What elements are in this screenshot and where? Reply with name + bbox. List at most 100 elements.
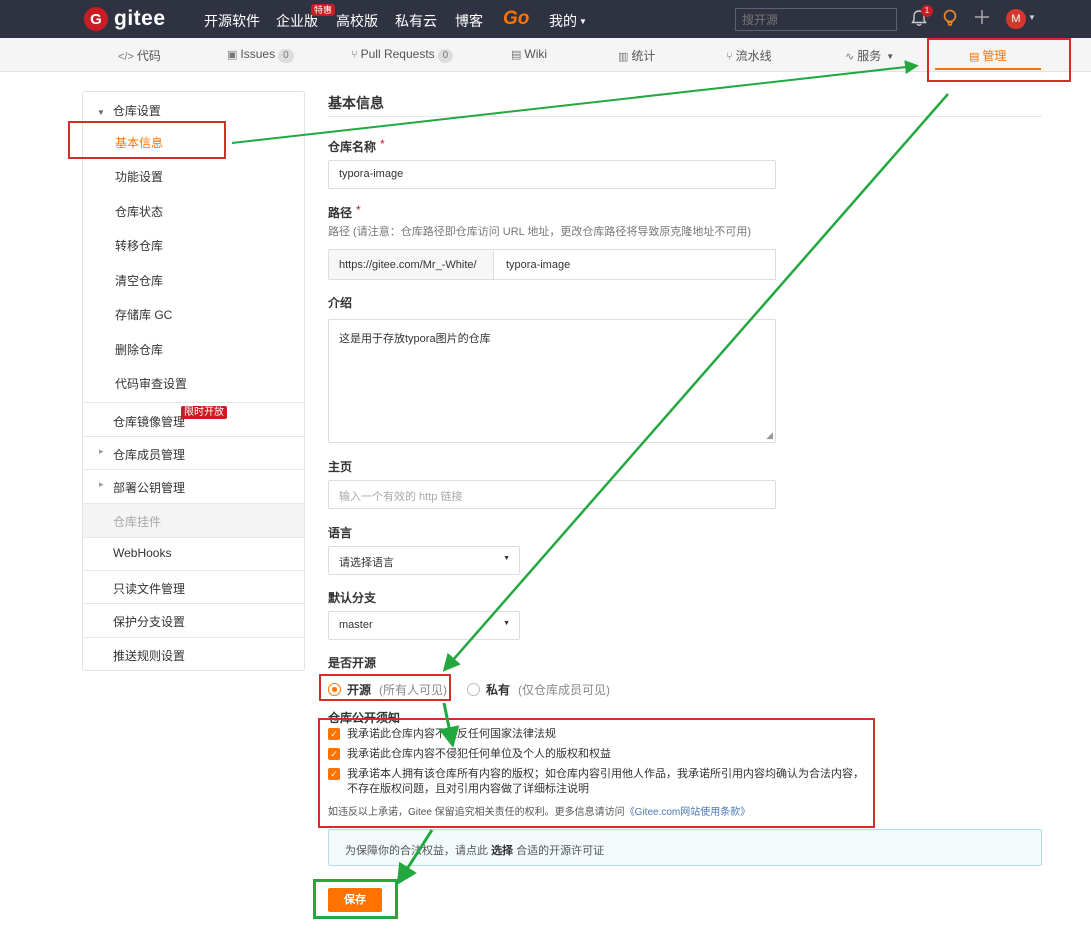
- annotation-box-basic-info: [68, 121, 226, 159]
- sidebar-item-repo-status[interactable]: 仓库状态: [115, 203, 163, 220]
- sidebar-item-members[interactable]: ▸ 仓库成员管理: [99, 446, 186, 463]
- tab-pipeline-label: 流水线: [735, 49, 772, 63]
- wiki-icon: ▤: [511, 49, 522, 61]
- intro-textarea[interactable]: 这是用于存放typora图片的仓库 ◢: [328, 319, 776, 443]
- top-navbar: G gitee 开源软件 企业版 特惠 高校版 私有云 博客 Go 我的▼ 1 …: [0, 0, 1091, 38]
- sidebar-item-push-rules[interactable]: 推送规则设置: [113, 647, 185, 664]
- radio-private-control[interactable]: [467, 683, 480, 696]
- default-branch-label: 默认分支: [328, 591, 377, 605]
- gitee-logo[interactable]: G gitee: [84, 7, 166, 31]
- code-icon: </>: [118, 51, 134, 63]
- avatar[interactable]: M: [1006, 9, 1026, 29]
- nav-mine-label: 我的: [549, 13, 577, 29]
- nav-blog[interactable]: 博客: [455, 11, 483, 31]
- sidebar-item-transfer[interactable]: 转移仓库: [115, 237, 163, 254]
- sidebar-item-webhooks[interactable]: WebHooks: [113, 546, 171, 560]
- path-label-text: 路径: [328, 206, 353, 220]
- sidebar-item-features[interactable]: 功能设置: [115, 168, 163, 185]
- radio-private-label: 私有: [486, 683, 511, 697]
- annotation-box-manage-tab: [927, 38, 1071, 82]
- path-input[interactable]: typora-image: [493, 249, 776, 280]
- sidebar-item-delete[interactable]: 删除仓库: [115, 341, 163, 358]
- license-notice-pre: 为保障你的合法权益，请点此: [345, 845, 488, 857]
- caret-down-icon: ▼: [503, 555, 510, 562]
- tab-stats-label: 统计: [631, 49, 656, 63]
- path-prefix: https://gitee.com/Mr_-White/: [328, 249, 494, 280]
- sidebar-item-deploy-keys[interactable]: ▸ 部署公钥管理: [99, 479, 186, 496]
- sidebar-item-widget: 仓库挂件: [113, 515, 162, 529]
- tab-pipeline[interactable]: ⑂ 流水线: [726, 47, 772, 64]
- nav-private-cloud[interactable]: 私有云: [395, 11, 437, 31]
- chevron-down-icon[interactable]: ▼: [1028, 13, 1036, 22]
- language-select[interactable]: 请选择语言 ▼: [328, 546, 520, 575]
- sidebar-item-gc[interactable]: 存储库 GC: [115, 306, 172, 323]
- caret-right-icon: ▸: [99, 446, 104, 456]
- tab-pull-requests[interactable]: ⑂ Pull Requests 0: [351, 47, 454, 63]
- required-mark: *: [356, 203, 361, 217]
- tab-issues[interactable]: ▣ Issues 0: [227, 47, 294, 63]
- nav-opensource[interactable]: 开源软件: [204, 11, 260, 31]
- tab-pull-requests-label: Pull Requests: [360, 47, 435, 61]
- default-branch-select[interactable]: master ▼: [328, 611, 520, 640]
- chevron-down-icon: ▼: [886, 52, 895, 61]
- license-notice-post: 合适的开源许可证: [516, 845, 605, 857]
- sidebar-item-readonly-files[interactable]: 只读文件管理: [113, 580, 185, 597]
- sidebar-item-code-review[interactable]: 代码审查设置: [115, 375, 187, 392]
- pipeline-icon: ⑂: [726, 51, 733, 63]
- page-title: 基本信息: [328, 95, 384, 111]
- tab-services[interactable]: ∿ 服务 ▼: [845, 47, 894, 64]
- sidebar-item-clear[interactable]: 清空仓库: [115, 272, 163, 289]
- repo-name-label: 仓库名称 *: [328, 137, 385, 155]
- default-branch-value: master: [339, 619, 373, 631]
- homepage-input[interactable]: 输入一个有效的 http 链接: [328, 480, 776, 509]
- notification-count: 1: [921, 5, 933, 17]
- bar-chart-icon: ▥: [618, 51, 629, 63]
- tab-code[interactable]: </> 代码: [118, 47, 161, 64]
- nav-mine[interactable]: 我的 ▼: [549, 11, 587, 31]
- limited-time-badge: 限时开放: [181, 406, 227, 419]
- sidebar-item-deploy-keys-label: 部署公钥管理: [113, 481, 186, 495]
- radio-private-note: (仅仓库成员可见): [518, 683, 611, 697]
- required-mark: *: [380, 137, 385, 151]
- sidebar-item-branch-protection[interactable]: 保护分支设置: [113, 613, 185, 630]
- divider: [83, 603, 304, 604]
- caret-right-icon: ▸: [99, 479, 104, 489]
- sidebar-item-mirror[interactable]: 仓库镜像管理: [113, 413, 185, 430]
- sidebar-item-members-label: 仓库成员管理: [113, 448, 186, 462]
- sidebar-section-label: 仓库设置: [112, 104, 161, 118]
- hot-badge: 特惠: [311, 4, 336, 16]
- radio-private[interactable]: 私有 (仅仓库成员可见): [467, 681, 610, 698]
- divider: [83, 537, 304, 538]
- language-label: 语言: [328, 526, 353, 540]
- plus-icon[interactable]: [974, 9, 990, 30]
- issue-icon: ▣: [227, 49, 238, 61]
- pulse-icon: ∿: [845, 51, 855, 63]
- resize-handle-icon[interactable]: ◢: [766, 430, 773, 441]
- tab-issues-count: 0: [278, 49, 294, 63]
- annotation-box-save: [313, 879, 398, 919]
- repo-name-label-text: 仓库名称: [328, 140, 377, 154]
- tab-issues-label: Issues: [240, 47, 276, 61]
- tab-wiki-label: Wiki: [524, 47, 548, 61]
- search-input[interactable]: [735, 8, 897, 31]
- annotation-box-public-radio: [319, 674, 451, 701]
- opensource-label: 是否开源: [328, 656, 377, 670]
- divider: [328, 116, 1042, 117]
- repo-name-input[interactable]: typora-image: [328, 160, 776, 189]
- annotation-box-pledges: [318, 718, 875, 828]
- nav-education[interactable]: 高校版: [336, 11, 378, 31]
- pull-request-icon: ⑂: [351, 49, 358, 61]
- license-notice: 为保障你的合法权益，请点此 选择 合适的开源许可证: [328, 829, 1042, 866]
- sidebar-section-repo-settings[interactable]: ▼ 仓库设置: [97, 102, 161, 119]
- nav-go[interactable]: Go: [503, 8, 529, 30]
- tab-wiki[interactable]: ▤ Wiki: [511, 47, 547, 61]
- homepage-label: 主页: [328, 460, 353, 474]
- license-select-link[interactable]: 选择: [491, 845, 513, 857]
- lightbulb-icon[interactable]: [942, 9, 958, 32]
- caret-down-icon: ▼: [503, 620, 510, 627]
- divider: [83, 637, 304, 638]
- settings-sidebar: ▼ 仓库设置 基本信息 功能设置 仓库状态 转移仓库 清空仓库 存储库 GC 删除…: [82, 91, 305, 671]
- divider: [83, 402, 304, 403]
- tab-services-label: 服务: [857, 49, 882, 63]
- tab-stats[interactable]: ▥ 统计: [618, 47, 655, 64]
